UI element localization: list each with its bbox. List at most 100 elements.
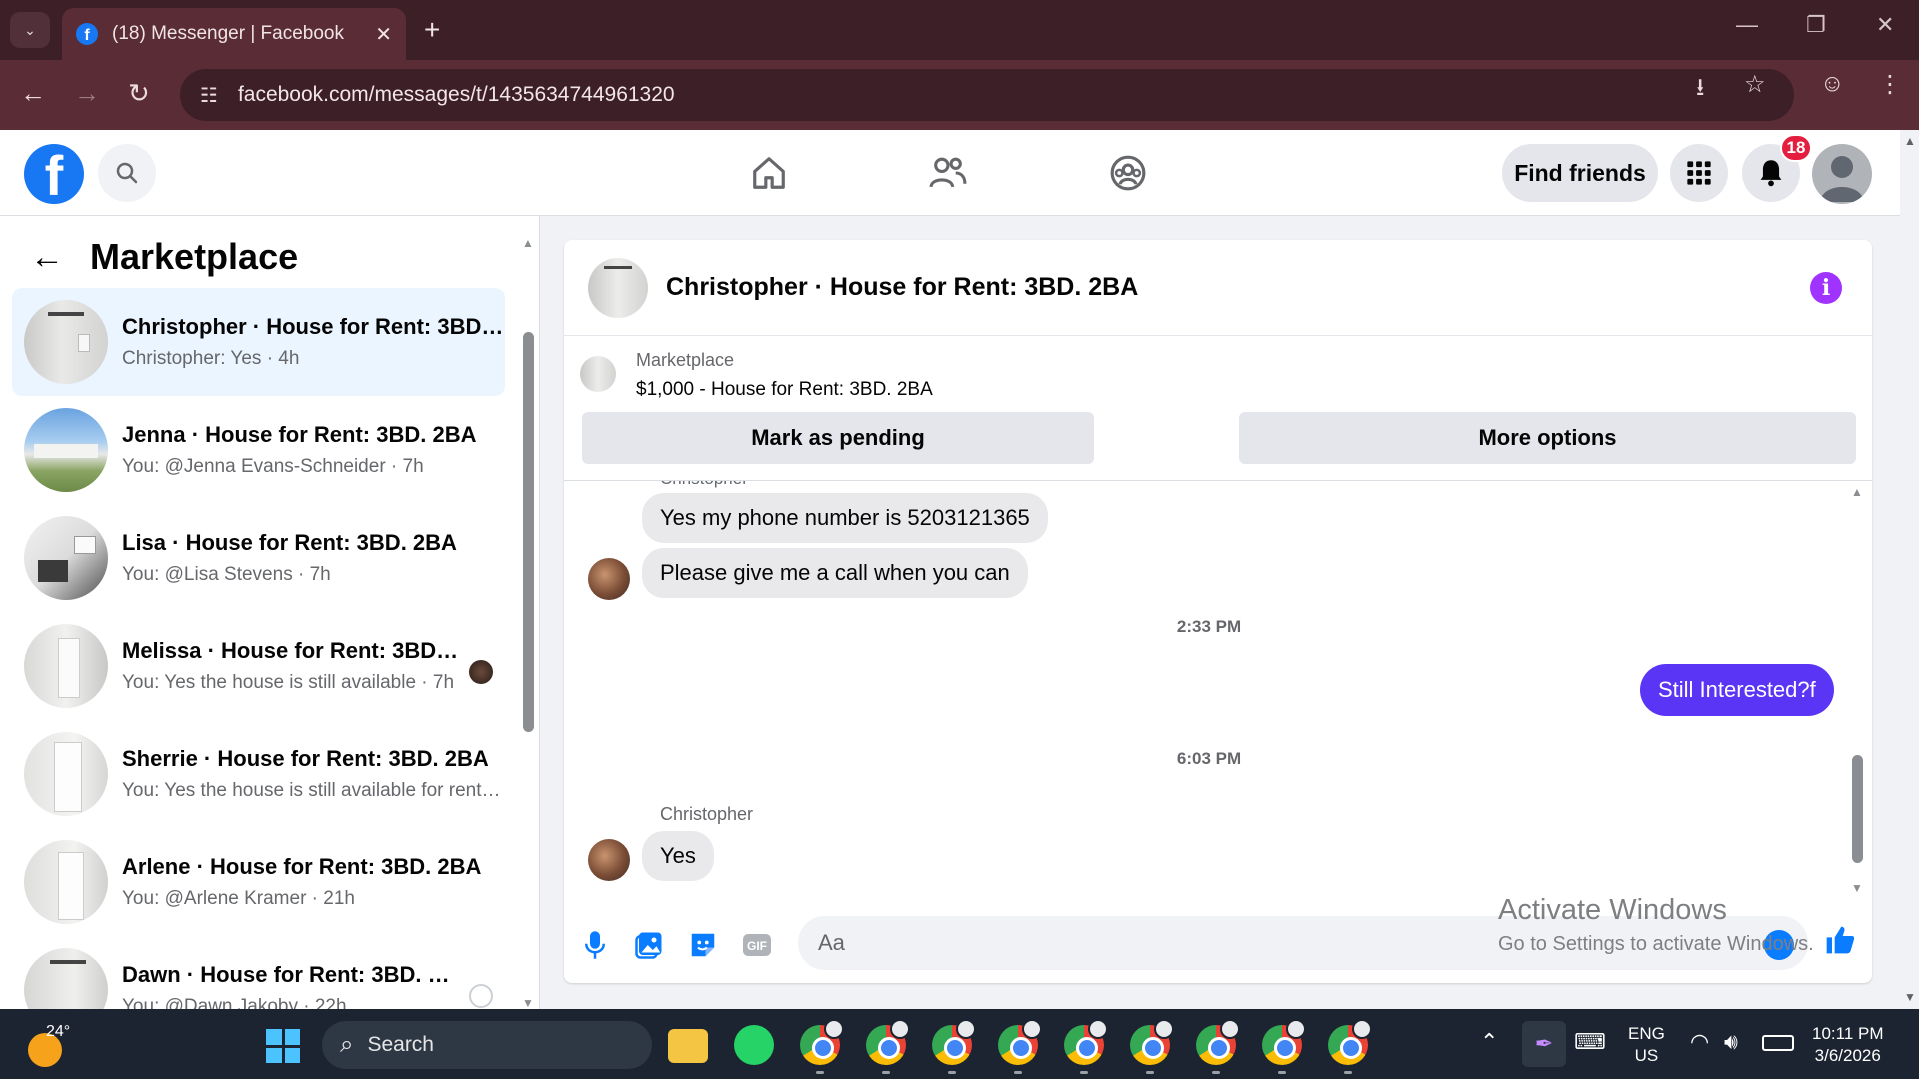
sender-name: Christopher [660, 804, 754, 824]
marketplace-sidebar: ← Marketplace Christopher · House for Re… [0, 216, 540, 1009]
forward-arrow-icon[interactable]: → [74, 78, 100, 109]
site-settings-icon[interactable]: ☷ [200, 83, 218, 108]
volume-icon[interactable]: 🔊︎ [1724, 1029, 1738, 1055]
scroll-up-icon[interactable]: ▲ [522, 236, 534, 250]
incoming-message[interactable]: Yes my phone number is 5203121365 [642, 493, 1048, 543]
whatsapp-icon[interactable] [734, 1025, 774, 1065]
tab-list-chevron-icon[interactable]: ⌄ [10, 12, 50, 48]
scroll-down-icon[interactable]: ▼ [1904, 990, 1916, 1004]
scrollbar-thumb[interactable] [523, 332, 534, 732]
pen-icon[interactable]: ✒ [1522, 1021, 1566, 1067]
new-tab-plus-icon[interactable]: + [424, 14, 440, 46]
chrome-icon[interactable] [1196, 1019, 1240, 1065]
gif-icon[interactable]: GIF [740, 928, 774, 962]
conversation-preview: Christopher: Yes · 4h [122, 348, 300, 369]
chrome-icon[interactable] [866, 1019, 910, 1065]
chrome-icon[interactable] [1064, 1019, 1108, 1065]
language-code: ENG [1628, 1024, 1665, 1043]
temperature: 24° [46, 1023, 71, 1040]
back-arrow-icon[interactable]: ← [30, 238, 64, 277]
outgoing-message[interactable]: Still Interested?f [1640, 664, 1834, 716]
search-icon[interactable] [98, 144, 156, 202]
install-app-icon[interactable]: ⭳ [1696, 70, 1704, 111]
language-indicator[interactable]: ENG US [1628, 1023, 1665, 1067]
windows-start-icon[interactable] [266, 1029, 300, 1063]
close-window-icon[interactable]: ✕ [1876, 12, 1894, 38]
restore-icon[interactable]: ❐ [1806, 12, 1826, 38]
taskbar-search[interactable]: ⌕ Search [322, 1021, 652, 1069]
incoming-message[interactable]: Yes [642, 831, 714, 881]
conversation-preview: You: @Lisa Stevens · 7h [122, 564, 331, 585]
scrollbar-thumb[interactable] [1852, 755, 1863, 863]
friends-icon[interactable] [920, 148, 976, 198]
browser-tab[interactable]: f (18) Messenger | Facebook ✕ [62, 8, 406, 60]
facebook-logo-icon[interactable]: f [24, 144, 84, 204]
sender-avatar[interactable] [588, 558, 630, 600]
chrome-icon[interactable] [1328, 1019, 1372, 1065]
chrome-icon[interactable] [800, 1019, 844, 1065]
home-icon[interactable] [741, 148, 797, 198]
profile-icon[interactable]: ☺ [1820, 70, 1845, 98]
scroll-down-icon[interactable]: ▼ [522, 996, 534, 1009]
sticker-icon[interactable] [686, 928, 720, 962]
microphone-icon[interactable] [578, 928, 612, 962]
find-friends-button[interactable]: Find friends [1502, 144, 1658, 202]
info-icon[interactable]: i [1810, 272, 1842, 304]
keyboard-icon[interactable]: ⌨ [1574, 1029, 1606, 1055]
browser-menu-icon[interactable]: ⋮ [1878, 70, 1902, 99]
search-icon: ⌕ [340, 1031, 354, 1058]
chat-panel: Christopher · House for Rent: 3BD. 2BA i… [564, 240, 1872, 983]
clock[interactable]: 10:11 PM 3/6/2026 [1812, 1023, 1884, 1067]
account-avatar[interactable] [1812, 144, 1872, 204]
messages-scrollbar[interactable]: ▲ ▼ [1850, 485, 1866, 895]
conversation-item-sherrie[interactable]: Sherrie · House for Rent: 3BD. 2BA You: … [12, 720, 505, 828]
chat-title[interactable]: Christopher · House for Rent: 3BD. 2BA [666, 273, 1138, 302]
running-indicator [1014, 1071, 1022, 1074]
show-hidden-icons-chevron-icon[interactable]: ⌃ [1480, 1029, 1498, 1055]
sidebar-scrollbar[interactable]: ▲ ▼ [520, 236, 536, 1009]
conversation-item-christopher[interactable]: Christopher · House for Rent: 3BD. 2BA C… [12, 288, 505, 396]
reload-icon[interactable]: ↻ [128, 78, 150, 109]
tab-close-icon[interactable]: ✕ [375, 22, 392, 47]
back-arrow-icon[interactable]: ← [20, 78, 46, 109]
running-indicator [816, 1071, 824, 1074]
battery-icon[interactable] [1762, 1035, 1794, 1051]
bookmark-star-icon[interactable]: ☆ [1744, 70, 1766, 99]
thumbs-up-icon[interactable] [1824, 924, 1856, 965]
listing-thumbnail [24, 516, 108, 600]
scroll-up-icon[interactable]: ▲ [1904, 134, 1916, 148]
conversation-item-dawn[interactable]: Dawn · House for Rent: 3BD. 2BA You: @Da… [12, 936, 505, 1009]
scroll-down-icon[interactable]: ▼ [1851, 881, 1863, 895]
listing-thumbnail [24, 408, 108, 492]
scroll-up-icon[interactable]: ▲ [1851, 485, 1863, 499]
groups-icon[interactable] [1100, 148, 1156, 198]
chrome-icon[interactable] [998, 1019, 1042, 1065]
conversation-item-melissa[interactable]: Melissa · House for Rent: 3BD. 2BA You: … [12, 612, 505, 720]
conversation-name: Lisa · House for Rent: 3BD. 2BA [122, 530, 457, 555]
chrome-icon[interactable] [932, 1019, 976, 1065]
wifi-icon[interactable]: ◠ [1690, 1029, 1709, 1055]
chat-header: Christopher · House for Rent: 3BD. 2BA i [564, 240, 1872, 336]
sender-avatar[interactable] [588, 839, 630, 881]
file-explorer-icon[interactable] [668, 1029, 708, 1063]
chat-avatar[interactable] [588, 257, 648, 318]
menu-grid-icon[interactable] [1670, 144, 1728, 202]
more-options-button[interactable]: More options [1239, 412, 1856, 464]
page-scrollbar[interactable]: ▲ ▼ [1900, 130, 1919, 1009]
conversation-item-jenna[interactable]: Jenna · House for Rent: 3BD. 2BA You: @J… [12, 396, 505, 504]
conversation-item-lisa[interactable]: Lisa · House for Rent: 3BD. 2BA You: @Li… [12, 504, 505, 612]
minimize-icon[interactable]: — [1736, 12, 1758, 38]
conversation-name: Arlene · House for Rent: 3BD. 2BA [122, 854, 482, 879]
chrome-icon[interactable] [1262, 1019, 1306, 1065]
chrome-icon[interactable] [1130, 1019, 1174, 1065]
photo-icon[interactable] [632, 928, 666, 962]
mark-as-pending-button[interactable]: Mark as pending [582, 412, 1094, 464]
listing-summary[interactable]: Marketplace $1,000 - House for Rent: 3BD… [580, 350, 933, 401]
language-region: US [1634, 1046, 1659, 1065]
address-bar[interactable]: ☷ facebook.com/messages/t/14356347449613… [180, 69, 1794, 121]
conversation-name: Christopher · House for Rent: 3BD. 2BA [122, 314, 505, 339]
listing-source: Marketplace [636, 350, 735, 370]
conversation-item-arlene[interactable]: Arlene · House for Rent: 3BD. 2BA You: @… [12, 828, 505, 936]
listing-title: $1,000 - House for Rent: 3BD. 2BA [636, 379, 933, 400]
incoming-message[interactable]: Please give me a call when you can [642, 548, 1028, 598]
